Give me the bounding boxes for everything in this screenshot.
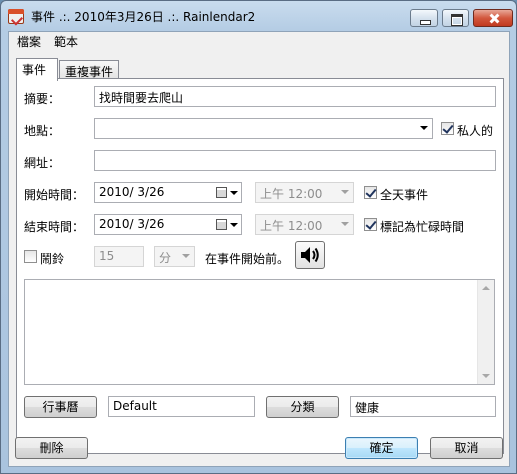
alarm-label: 鬧鈴: [40, 252, 65, 266]
scroll-up-icon[interactable]: [482, 286, 490, 290]
window-title: 事件 .:. 2010年3月26日 .:. Rainlendar2: [31, 10, 256, 24]
tab-event[interactable]: 事件: [16, 58, 58, 81]
scroll-down-icon[interactable]: [482, 374, 490, 378]
location-label: 地點：: [24, 124, 61, 138]
calendar-button[interactable]: 行事曆: [24, 396, 97, 418]
menu-bar: 檔案 範本: [9, 32, 509, 49]
calendar-icon[interactable]: [216, 187, 227, 198]
end-time-combobox[interactable]: 上午 12:00: [255, 214, 354, 235]
cancel-button[interactable]: 取消: [430, 437, 503, 459]
start-time-label: 開始時間：: [24, 188, 85, 202]
description-scrollbar[interactable]: [477, 280, 494, 384]
category-value-field[interactable]: 健康: [350, 396, 496, 417]
alarm-amount-input[interactable]: 15: [94, 246, 144, 267]
category-button[interactable]: 分類: [266, 396, 339, 418]
dialog-client-area: 檔案 範本 事件 重複事件 摘要： 找時間要去爬山 地點： 私人的 網址： 開始…: [8, 31, 510, 467]
chevron-down-icon[interactable]: [341, 222, 349, 226]
description-textarea[interactable]: [24, 279, 495, 385]
minimize-icon: [411, 10, 437, 26]
alarm-unit-combobox[interactable]: 分: [154, 246, 195, 267]
menu-template[interactable]: 範本: [54, 33, 78, 50]
summary-input[interactable]: 找時間要去爬山: [94, 86, 496, 107]
end-time-label: 結束時間：: [24, 220, 85, 234]
calendar-icon[interactable]: [216, 219, 227, 230]
tab-recurring-event[interactable]: 重複事件: [59, 60, 119, 80]
chevron-down-icon[interactable]: [182, 254, 190, 258]
chevron-down-icon[interactable]: [230, 191, 238, 195]
chevron-down-icon[interactable]: [341, 190, 349, 194]
event-tab-panel: 摘要： 找時間要去爬山 地點： 私人的 網址： 開始時間： 2010/ 3/26…: [16, 78, 504, 454]
alarm-sound-button[interactable]: [295, 241, 325, 269]
all-day-checkbox[interactable]: [364, 186, 377, 199]
minimize-button[interactable]: [410, 9, 438, 27]
calendar-app-icon: [8, 9, 24, 24]
start-time-value: 上午 12:00: [260, 187, 323, 201]
end-time-value: 上午 12:00: [260, 219, 323, 233]
alarm-suffix-label: 在事件開始前。: [205, 252, 290, 266]
all-day-label: 全天事件: [380, 188, 429, 202]
start-time-combobox[interactable]: 上午 12:00: [255, 182, 354, 203]
speaker-icon: [301, 247, 319, 263]
private-label: 私人的: [457, 124, 494, 138]
alarm-unit-value: 分: [159, 251, 172, 265]
close-button[interactable]: [473, 9, 513, 27]
menu-file[interactable]: 檔案: [17, 33, 41, 50]
title-bar[interactable]: 事件 .:. 2010年3月26日 .:. Rainlendar2: [1, 1, 516, 31]
maximize-icon: [443, 10, 468, 26]
busy-time-label: 標記為忙碌時間: [380, 220, 465, 234]
start-date-picker[interactable]: 2010/ 3/26: [94, 182, 242, 203]
start-date-value: 2010/ 3/26: [99, 185, 165, 199]
busy-time-checkbox[interactable]: [364, 218, 377, 231]
summary-label: 摘要：: [24, 92, 61, 106]
url-label: 網址：: [24, 156, 61, 170]
event-dialog-window: 事件 .:. 2010年3月26日 .:. Rainlendar2 檔案 範本 …: [0, 0, 517, 474]
url-input[interactable]: [94, 150, 496, 171]
private-checkbox[interactable]: [441, 122, 454, 135]
maximize-button[interactable]: [442, 9, 469, 27]
end-date-picker[interactable]: 2010/ 3/26: [94, 214, 242, 235]
ok-button[interactable]: 確定: [345, 437, 418, 459]
close-icon: [474, 10, 512, 26]
chevron-down-icon[interactable]: [420, 126, 428, 130]
chevron-down-icon[interactable]: [230, 223, 238, 227]
location-combobox[interactable]: [94, 118, 433, 139]
end-date-value: 2010/ 3/26: [99, 217, 165, 231]
alarm-checkbox[interactable]: [24, 250, 37, 263]
delete-button[interactable]: 刪除: [15, 437, 88, 459]
calendar-value-field[interactable]: Default: [108, 396, 255, 417]
